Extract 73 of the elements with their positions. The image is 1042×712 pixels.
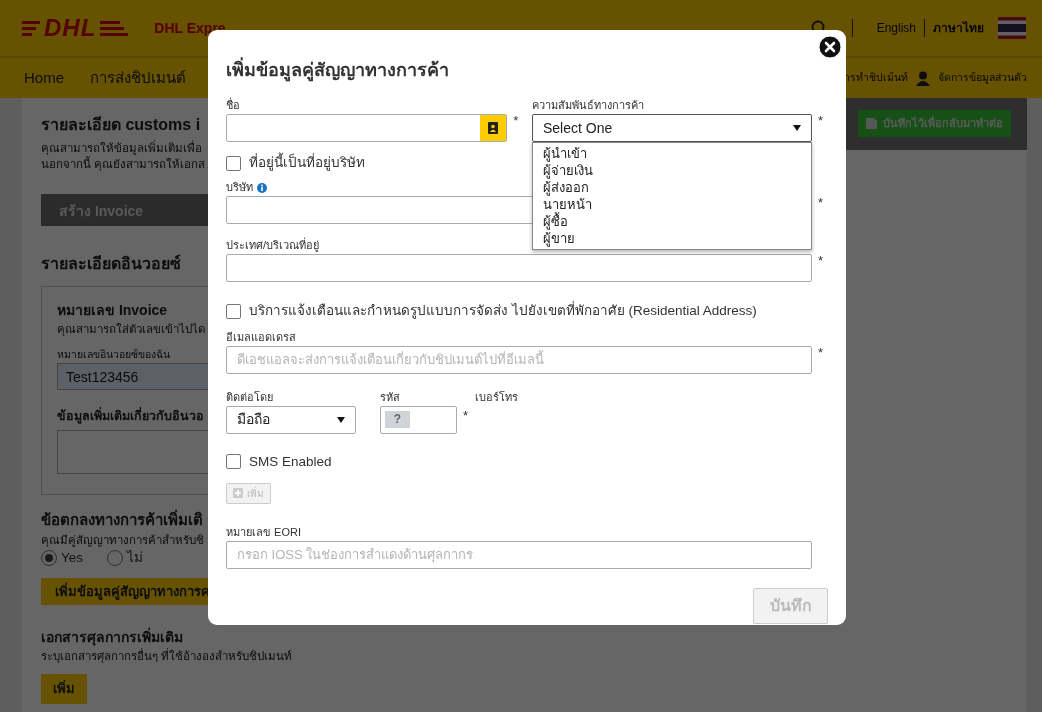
field-label: ความสัมพันธ์ทางการค้า — [531, 99, 644, 112]
intro-text: คุณสามารถให้ข้อมูลเพิ่มเติมเพื่อ — [41, 140, 202, 156]
address-book-button[interactable] — [480, 115, 507, 141]
checkbox[interactable] — [226, 155, 241, 171]
field-label: ติดต่อโดย — [226, 390, 273, 404]
country-code-field[interactable]: ? — [380, 405, 457, 434]
flag-placeholder: ? — [385, 411, 410, 428]
dialog-title: เพิ่มข้อมูลคู่สัญญาทางการค้า — [226, 57, 826, 84]
field-label: บริษัท — [226, 181, 253, 195]
option-label: ไม่ — [127, 548, 144, 567]
contact-card-icon — [487, 122, 500, 134]
dropdown-option[interactable]: นายหน้า — [532, 196, 812, 213]
country-field[interactable] — [226, 254, 813, 283]
field-label: ประเทศ/บริเวณที่อยู่ — [226, 239, 320, 253]
required-mark: * — [818, 344, 824, 360]
question-text: คุณมีคู่สัญญาทางการค้าสำหรับชิ — [41, 532, 204, 548]
add-button[interactable]: เพิ่ม — [41, 674, 87, 704]
required-mark: * — [463, 407, 469, 423]
dropdown-option[interactable]: ผู้จ่ายเงิน — [532, 162, 812, 179]
checkbox[interactable] — [226, 303, 241, 319]
option-label: Yes — [61, 548, 84, 567]
field-label: อีเมลแอดเดรส — [226, 330, 296, 344]
dropdown-option[interactable]: ผู้ซื้อ — [532, 213, 812, 230]
section-heading: รายละเอียดอินวอยซ์ — [41, 253, 181, 274]
dhl-logo: DHL — [22, 16, 129, 40]
nav-link[interactable]: ารทำชิปเม้นท์ — [844, 70, 908, 86]
caret-icon — [793, 125, 802, 131]
field-label: ชื่อ — [226, 99, 240, 112]
name-field[interactable] — [226, 114, 508, 142]
person-icon — [916, 70, 930, 86]
checkbox[interactable] — [226, 454, 241, 470]
eori-field[interactable]: กรอก IOSS ในช่องการสำแดงด้านศุลกากร — [226, 540, 813, 569]
info-icon — [257, 182, 267, 193]
relationship-dropdown[interactable]: Select One — [531, 114, 813, 142]
section-heading: เอกสารศุลกากรเพิ่มเติม — [41, 627, 183, 648]
email-field[interactable]: ดีเอชแอลจะส่งการแจ้งเตือนเกี่ยวกับชิปเมนต์ไปที่อีเมลนี้ — [226, 345, 813, 374]
dropdown-option[interactable]: ผู้ขาย — [532, 230, 812, 247]
intro-text: นอกจากนี้ คุณยังสามารถให้เอกส — [41, 156, 206, 172]
radio-button[interactable] — [41, 549, 57, 566]
required-mark: * — [818, 195, 824, 211]
radio-button[interactable] — [107, 549, 124, 566]
field-label: เบอร์โทร — [475, 390, 518, 405]
hint-text: ระบุเอกสารศุลกากรอื่นๆ ที่ใช้อ้างองสำหรับชิปเมนท์ — [41, 648, 293, 665]
dropdown-option[interactable]: ผู้ส่งออก — [532, 179, 812, 196]
required-mark: * — [513, 113, 519, 128]
checkbox-label: บริการแจ้งเตือนและกำหนดรูปแบบการจัดส่ง ไปยังเขตที่พักอาศัย (Residential Address) — [249, 301, 757, 321]
dropdown-value: Select One — [542, 118, 613, 138]
required-mark: * — [818, 113, 824, 128]
page-title: รายละเอียด customs i — [41, 115, 201, 135]
language-link[interactable]: English — [876, 19, 916, 37]
dropdown-option[interactable]: ผู้นำเข้า — [532, 145, 812, 162]
dropdown-value: มือถือ — [237, 410, 270, 429]
field-label: หมายเลขอินวอยซ์ของฉัน — [57, 347, 170, 362]
hint-text: คุณสามารถใส่ตัวเลขเข้าไปได — [57, 322, 205, 337]
panel-title: หมายเลข Invoice — [57, 301, 168, 320]
section-heading: ข้อตกลงทางการค้าเพิ่มเติ — [41, 509, 203, 530]
contact-method-dropdown[interactable]: มือถือ — [226, 405, 356, 434]
nav-link[interactable]: จัดการข้อมูลส่วนตัว — [938, 70, 1027, 86]
checkbox-label: ที่อยู่นี้เป็นที่อยู่บริษัท — [249, 153, 365, 174]
thai-flag-icon — [998, 17, 1026, 39]
required-mark: * — [818, 253, 824, 269]
nav-link[interactable]: Home — [24, 66, 64, 90]
nav-link[interactable]: การส่งชิปเมนต์ — [90, 66, 186, 90]
field-label: ข้อมูลเพิ่มเติมเกี่ยวกับอินวอ — [57, 406, 204, 426]
checkbox-label: SMS Enabled — [249, 452, 332, 471]
field-label: รหัส — [380, 390, 400, 404]
close-button[interactable] — [818, 35, 842, 59]
caret-icon — [337, 416, 345, 423]
plus-icon — [233, 488, 243, 499]
field-label: หมายเลข EORI — [226, 525, 301, 539]
language-link[interactable]: ภาษาไทย — [933, 19, 984, 37]
close-icon — [818, 35, 842, 59]
save-for-later-button[interactable]: บันทึกไว้เพื่อกลับมาทำต่อ — [858, 110, 1011, 137]
